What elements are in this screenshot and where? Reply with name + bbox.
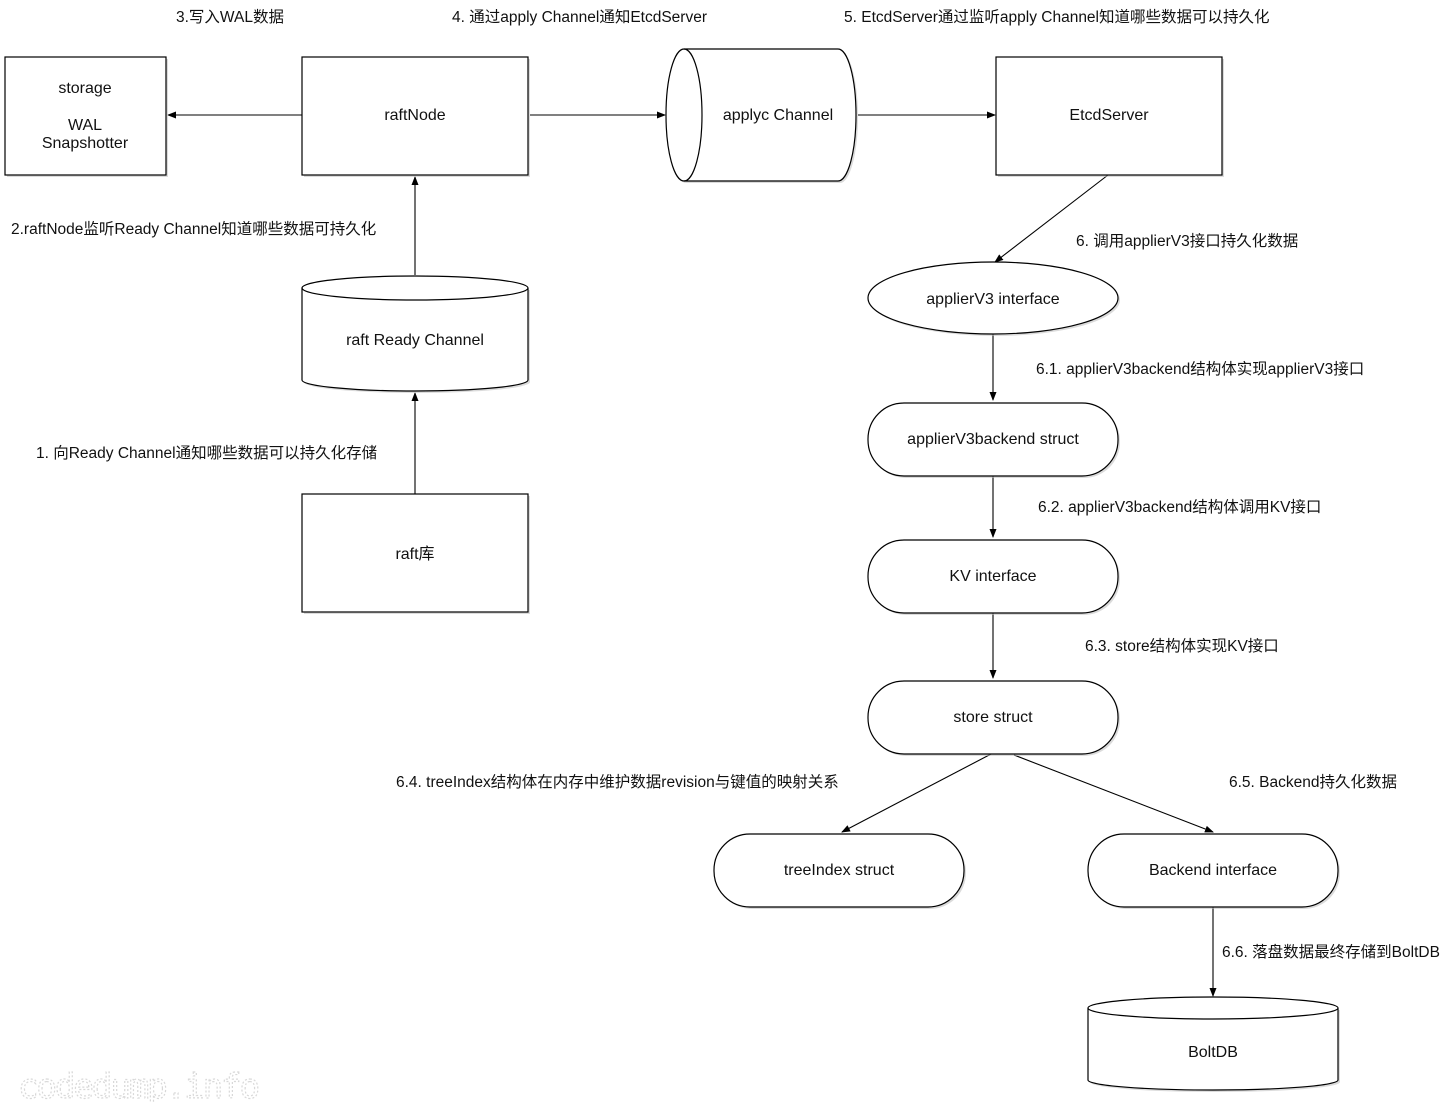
- label-step-6-1: 6.1. applierV3backend结构体实现applierV3接口: [1036, 360, 1364, 378]
- etcd-persistence-flow-diagram: storage WAL Snapshotter raftNode applyc …: [4, 8, 1440, 1102]
- node-raft-lib[interactable]: raft库: [301, 493, 530, 614]
- node-applierv3backend-struct[interactable]: applierV3backend struct: [867, 402, 1120, 478]
- label-step-3: 3.写入WAL数据: [176, 8, 284, 26]
- raftnode-label: raftNode: [384, 107, 445, 124]
- applierv3-interface-label: applierV3 interface: [926, 291, 1060, 308]
- treeindex-struct-label: treeIndex struct: [784, 862, 895, 879]
- raft-lib-label: raft库: [395, 545, 434, 563]
- label-step-6-2: 6.2. applierV3backend结构体调用KV接口: [1038, 498, 1321, 516]
- raft-ready-channel-label: raft Ready Channel: [346, 332, 484, 349]
- storage-snapshotter-label: Snapshotter: [42, 135, 129, 152]
- label-step-2: 2.raftNode监听Ready Channel知道哪些数据可持久化: [11, 220, 376, 238]
- node-boltdb[interactable]: BoltDB: [1087, 996, 1340, 1092]
- storage-wal-label: WAL: [68, 117, 102, 134]
- applierv3backend-struct-label: applierV3backend struct: [907, 431, 1079, 448]
- watermark: codedump.info: [18, 1067, 259, 1102]
- boltdb-label: BoltDB: [1188, 1044, 1238, 1061]
- label-step-6-5: 6.5. Backend持久化数据: [1229, 773, 1397, 791]
- node-store-struct[interactable]: store struct: [867, 680, 1120, 756]
- node-treeindex-struct[interactable]: treeIndex struct: [713, 833, 966, 909]
- label-step-4: 4. 通过apply Channel通知EtcdServer: [452, 8, 707, 26]
- label-step-1: 1. 向Ready Channel通知哪些数据可以持久化存储: [36, 444, 377, 462]
- node-raft-ready-channel[interactable]: raft Ready Channel: [301, 275, 530, 393]
- storage-label: storage: [58, 80, 111, 97]
- etcdserver-label: EtcdServer: [1069, 107, 1149, 124]
- node-raftnode[interactable]: raftNode: [301, 56, 530, 177]
- kv-interface-label: KV interface: [949, 568, 1036, 585]
- edge-store-to-treeindex: [841, 752, 994, 833]
- label-step-6: 6. 调用applierV3接口持久化数据: [1076, 232, 1298, 250]
- node-applierv3-interface[interactable]: applierV3 interface: [867, 261, 1120, 336]
- label-step-5: 5. EtcdServer通过监听apply Channel知道哪些数据可以持久…: [844, 8, 1270, 26]
- node-etcdserver[interactable]: EtcdServer: [995, 56, 1224, 177]
- node-storage[interactable]: storage WAL Snapshotter: [4, 56, 168, 177]
- edge-store-to-backend: [1013, 754, 1214, 833]
- backend-interface-label: Backend interface: [1149, 862, 1277, 879]
- applyc-channel-label: applyc Channel: [723, 107, 833, 124]
- node-kv-interface[interactable]: KV interface: [867, 539, 1120, 615]
- label-step-6-6: 6.6. 落盘数据最终存储到BoltDB: [1222, 942, 1440, 961]
- label-step-6-4: 6.4. treeIndex结构体在内存中维护数据revision与键值的映射关…: [396, 773, 839, 791]
- store-struct-label: store struct: [953, 709, 1033, 726]
- node-applyc-channel[interactable]: applyc Channel: [665, 48, 858, 183]
- label-step-6-3: 6.3. store结构体实现KV接口: [1085, 637, 1279, 655]
- node-backend-interface[interactable]: Backend interface: [1087, 833, 1340, 909]
